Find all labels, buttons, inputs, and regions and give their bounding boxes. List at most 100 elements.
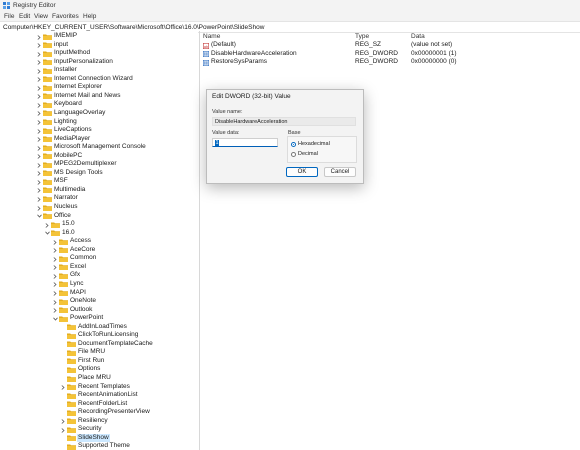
tree-node[interactable]: Keyboard [0, 100, 198, 109]
tree-node[interactable]: Recent Templates [0, 383, 198, 392]
chevron-down-icon[interactable] [36, 212, 42, 221]
hexadecimal-radio[interactable] [291, 142, 296, 147]
pane-splitter[interactable] [199, 31, 200, 450]
chevron-right-icon[interactable] [36, 186, 42, 195]
chevron-right-icon[interactable] [36, 58, 42, 67]
tree-node[interactable]: RecordingPresenterView [0, 408, 198, 417]
column-header-name[interactable]: Name [203, 33, 220, 40]
chevron-right-icon[interactable] [36, 66, 42, 75]
cancel-button[interactable]: Cancel [324, 167, 356, 177]
tree-node[interactable]: MPEG2Demultiplexer [0, 160, 198, 169]
tree-node[interactable]: LiveCaptions [0, 126, 198, 135]
tree-node[interactable]: Installer [0, 66, 198, 75]
tree-node[interactable]: LanguageOverlay [0, 109, 198, 118]
tree-node[interactable]: First Run [0, 357, 198, 366]
tree-node[interactable]: MobilePC [0, 152, 198, 161]
tree-node[interactable]: OneNote [0, 297, 198, 306]
tree-node[interactable]: Outlook [0, 306, 198, 315]
menu-view[interactable]: View [34, 13, 48, 20]
chevron-down-icon[interactable] [44, 229, 50, 238]
tree-node[interactable]: Multimedia [0, 186, 198, 195]
column-header-data[interactable]: Data [411, 33, 425, 40]
registry-key-tree[interactable]: IMEMIP input InputMethod InputPersonalizati… [0, 31, 198, 450]
chevron-right-icon[interactable] [36, 160, 42, 169]
chevron-right-icon[interactable] [36, 75, 42, 84]
decimal-radio[interactable] [291, 152, 296, 157]
chevron-right-icon[interactable] [44, 220, 50, 229]
tree-node[interactable]: Access [0, 237, 198, 246]
menu-help[interactable]: Help [83, 13, 96, 20]
tree-node[interactable]: Place MRU [0, 374, 198, 383]
tree-node[interactable]: Lighting [0, 118, 198, 127]
tree-node[interactable]: RecentFolderList [0, 400, 198, 409]
chevron-right-icon[interactable] [52, 254, 58, 263]
value-row[interactable]: RestoreSysParams REG_DWORD 0x00000000 (0) [201, 58, 580, 67]
tree-node[interactable]: Resiliency [0, 417, 198, 426]
chevron-down-icon[interactable] [52, 314, 58, 323]
tree-node[interactable]: MSF [0, 177, 198, 186]
chevron-right-icon[interactable] [36, 32, 42, 41]
chevron-right-icon[interactable] [36, 194, 42, 203]
chevron-right-icon[interactable] [36, 49, 42, 58]
chevron-right-icon[interactable] [52, 297, 58, 306]
tree-node[interactable]: input [0, 41, 198, 50]
tree-node[interactable]: AddInLoadTimes [0, 323, 198, 332]
menu-favorites[interactable]: Favorites [52, 13, 79, 20]
tree-node[interactable]: SlideShow [0, 433, 198, 443]
chevron-right-icon[interactable] [52, 289, 58, 298]
chevron-right-icon[interactable] [60, 383, 66, 392]
chevron-right-icon[interactable] [36, 41, 42, 50]
address-path[interactable]: Computer\HKEY_CURRENT_USER\Software\Micr… [3, 24, 264, 31]
decimal-label[interactable]: Decimal [298, 151, 318, 157]
chevron-right-icon[interactable] [36, 143, 42, 152]
chevron-right-icon[interactable] [36, 203, 42, 212]
tree-node[interactable]: Common [0, 254, 198, 263]
chevron-right-icon[interactable] [36, 135, 42, 144]
tree-node[interactable]: 15.0 [0, 220, 198, 229]
tree-node[interactable]: Microsoft Management Console [0, 143, 198, 152]
chevron-right-icon[interactable] [36, 152, 42, 161]
tree-node[interactable]: Internet Mail and News [0, 92, 198, 101]
tree-node[interactable]: InputPersonalization [0, 58, 198, 67]
chevron-right-icon[interactable] [36, 109, 42, 118]
tree-node[interactable]: Nucleus [0, 203, 198, 212]
tree-node[interactable]: ClickToRunLicensing [0, 331, 198, 340]
chevron-right-icon[interactable] [36, 169, 42, 178]
tree-node[interactable]: Supported Theme [0, 442, 198, 450]
tree-node[interactable]: InputMethod [0, 49, 198, 58]
chevron-right-icon[interactable] [52, 280, 58, 289]
tree-node[interactable]: Office [0, 212, 198, 221]
chevron-right-icon[interactable] [36, 83, 42, 92]
tree-node[interactable]: RecentAnimationList [0, 391, 198, 400]
chevron-right-icon[interactable] [52, 237, 58, 246]
menu-file[interactable]: File [4, 13, 14, 20]
tree-node[interactable]: MediaPlayer [0, 135, 198, 144]
tree-node[interactable]: DocumentTemplateCache [0, 340, 198, 349]
tree-node[interactable]: AceCore [0, 246, 198, 255]
tree-node[interactable]: Internet Connection Wizard [0, 75, 198, 84]
ok-button[interactable]: OK [286, 167, 318, 177]
chevron-right-icon[interactable] [52, 263, 58, 272]
tree-node[interactable]: MAPI [0, 289, 198, 298]
tree-node[interactable]: 16.0 [0, 229, 198, 238]
tree-node[interactable]: MS Design Tools [0, 169, 198, 178]
value-row[interactable]: DisableHardwareAcceleration REG_DWORD 0x00… [201, 50, 580, 59]
menu-edit[interactable]: Edit [19, 13, 30, 20]
chevron-right-icon[interactable] [36, 100, 42, 109]
tree-node[interactable]: File MRU [0, 348, 198, 357]
chevron-right-icon[interactable] [60, 417, 66, 426]
chevron-right-icon[interactable] [52, 246, 58, 255]
chevron-right-icon[interactable] [36, 126, 42, 135]
tree-node[interactable]: Internet Explorer [0, 83, 198, 92]
chevron-right-icon[interactable] [52, 306, 58, 315]
value-row[interactable]: ab (Default) REG_SZ (value not set) [201, 41, 580, 50]
chevron-right-icon[interactable] [36, 92, 42, 101]
chevron-right-icon[interactable] [36, 177, 42, 186]
tree-node[interactable]: Security [0, 425, 198, 434]
chevron-right-icon[interactable] [60, 425, 66, 434]
tree-node[interactable]: PowerPoint [0, 314, 198, 323]
tree-node[interactable]: Narrator [0, 194, 198, 203]
chevron-right-icon[interactable] [52, 271, 58, 280]
tree-node[interactable]: Gfx [0, 271, 198, 280]
tree-node[interactable]: IMEMIP [0, 32, 198, 41]
